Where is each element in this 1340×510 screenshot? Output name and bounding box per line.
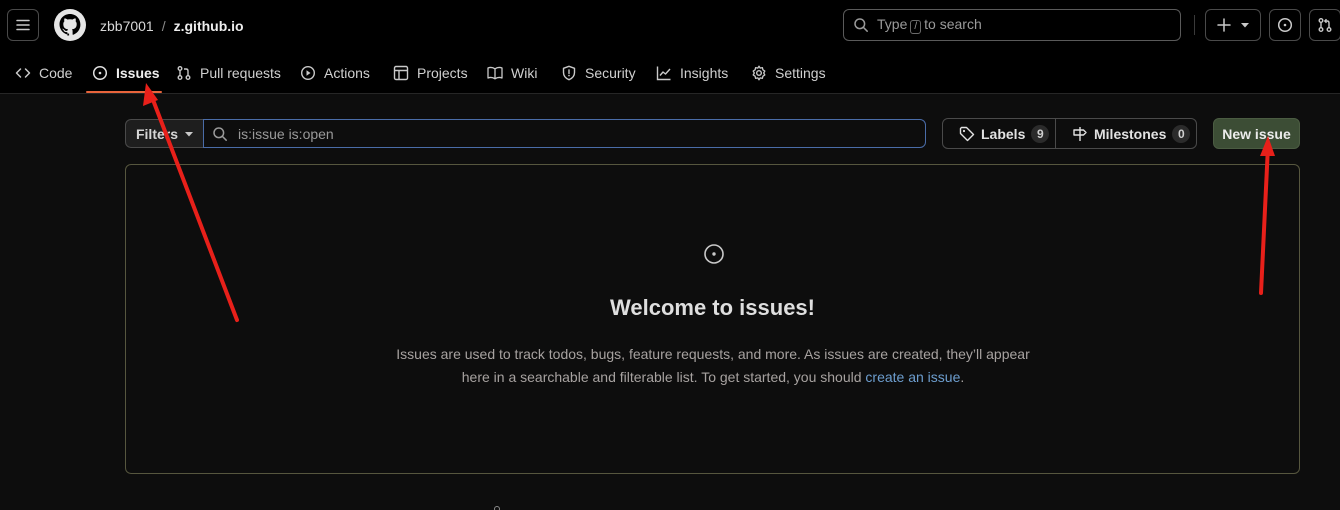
active-tab-indicator xyxy=(86,91,162,93)
milestones-label: Milestones xyxy=(1094,125,1167,142)
app-header: zbb7001 / z.github.io Type / to search Cod… xyxy=(0,0,1340,94)
tab-label: Code xyxy=(39,65,73,81)
blankslate-title: Welcome to issues! xyxy=(610,295,815,320)
tab-insights[interactable]: Insights xyxy=(656,56,728,90)
breadcrumb-separator: / xyxy=(161,18,166,34)
search-input[interactable]: Type / to search xyxy=(843,9,1181,41)
shield-icon xyxy=(562,65,576,81)
issues-blankslate: Welcome to issues! Issues are used to tr… xyxy=(125,164,1300,474)
labels-button[interactable]: Labels 9 xyxy=(942,118,1056,149)
tab-label: Actions xyxy=(324,65,370,81)
triangle-down-icon xyxy=(185,131,193,136)
milestone-icon xyxy=(1073,126,1087,141)
book-icon xyxy=(487,66,503,80)
issue-opened-icon xyxy=(704,244,724,264)
filters-label: Filters xyxy=(135,125,178,142)
breadcrumb: zbb7001 / z.github.io xyxy=(100,16,244,36)
tab-projects[interactable]: Projects xyxy=(393,56,468,90)
labels-count: 9 xyxy=(1031,124,1050,143)
gear-icon xyxy=(752,65,766,81)
new-issue-button[interactable]: New issue xyxy=(1213,118,1300,149)
tab-label: Security xyxy=(585,65,636,81)
menu-icon xyxy=(16,19,30,31)
tab-wiki[interactable]: Wiki xyxy=(487,56,537,90)
table-icon xyxy=(393,65,409,81)
repo-name-link[interactable]: z.github.io xyxy=(174,18,244,34)
issue-opened-icon xyxy=(92,65,108,81)
plus-icon xyxy=(1217,18,1231,32)
code-icon xyxy=(15,68,31,78)
git-pull-request-icon xyxy=(177,66,191,80)
create-issue-link[interactable]: create an issue xyxy=(865,369,960,385)
tab-label: Wiki xyxy=(511,65,538,81)
git-pull-request-icon xyxy=(1318,18,1332,32)
tab-code[interactable]: Code xyxy=(15,56,72,90)
github-logo-icon[interactable] xyxy=(53,8,87,42)
play-icon xyxy=(300,65,316,81)
search-icon xyxy=(854,18,868,32)
milestones-button[interactable]: Milestones 0 xyxy=(1055,118,1197,149)
your-issues-button[interactable] xyxy=(1269,9,1301,41)
your-pull-requests-button[interactable] xyxy=(1309,9,1340,41)
search-icon xyxy=(213,126,227,141)
tab-issues[interactable]: Issues xyxy=(92,56,160,90)
labels-label: Labels xyxy=(981,125,1026,142)
tab-label: Insights xyxy=(680,65,729,81)
tab-actions[interactable]: Actions xyxy=(300,56,370,90)
tab-label: Settings xyxy=(775,65,826,81)
tab-settings[interactable]: Settings xyxy=(751,56,826,90)
slash-key-hint: / xyxy=(910,20,922,34)
tab-label: Issues xyxy=(116,65,160,81)
tab-label: Projects xyxy=(417,65,468,81)
triangle-down-icon xyxy=(1241,23,1249,28)
search-placeholder: Type / to search xyxy=(877,16,982,34)
menu-button[interactable] xyxy=(7,9,39,41)
tag-icon xyxy=(959,126,975,141)
milestones-count: 0 xyxy=(1172,124,1191,143)
issue-opened-icon xyxy=(1277,17,1293,33)
tab-label: Pull requests xyxy=(200,65,281,81)
graph-icon xyxy=(656,66,671,81)
filters-button[interactable]: Filters xyxy=(125,119,204,148)
blankslate-description: Issues are used to track todos, bugs, fe… xyxy=(396,346,1030,385)
issue-search-value: is:issue is:open xyxy=(238,125,334,142)
repo-owner-link[interactable]: zbb7001 xyxy=(100,18,154,34)
tab-security[interactable]: Security xyxy=(561,56,636,90)
tab-pull-requests[interactable]: Pull requests xyxy=(176,56,281,90)
header-divider xyxy=(1194,15,1195,35)
create-new-button[interactable] xyxy=(1205,9,1261,41)
issue-search-input[interactable]: is:issue is:open xyxy=(203,119,926,148)
loading-indicator xyxy=(494,506,500,510)
repo-nav-tabs: Code Issues Pull requests Actions Projec… xyxy=(0,56,1340,94)
